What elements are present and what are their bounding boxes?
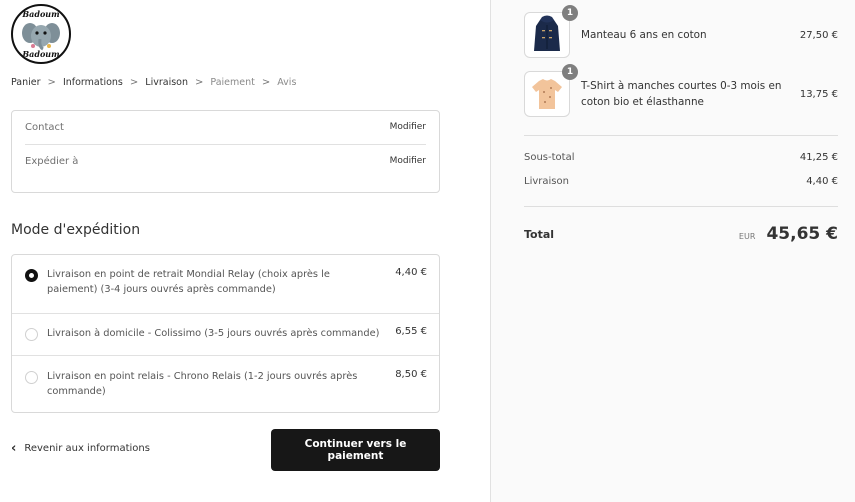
contact-row: Contact Modifier: [25, 111, 426, 143]
subtotal-label: Sous-total: [524, 152, 575, 163]
review-info-box: Contact Modifier Expédier à Modifier: [11, 110, 440, 193]
product-thumbnail: 1: [524, 64, 578, 117]
shipping-cost-label: Livraison: [524, 176, 569, 187]
breadcrumb: Panier > Informations > Livraison > Paie…: [11, 77, 296, 88]
product-price: 13,75 €: [799, 88, 838, 100]
subtotal-row: Sous-total 41,25 €: [524, 152, 838, 163]
product-thumbnail: 1: [524, 5, 578, 58]
shipping-option-price: 6,55 €: [395, 326, 427, 337]
total-row: Total EUR 45,65 €: [524, 224, 838, 244]
order-item: 1 T-Shirt à manches courtes 0-3 mois en …: [524, 64, 838, 117]
total-label: Total: [524, 227, 555, 241]
back-to-information-link[interactable]: ‹ Revenir aux informations: [11, 441, 150, 456]
divider: [524, 135, 838, 136]
shipping-option-label: Livraison à domicile - Colissimo (3-5 jo…: [47, 328, 380, 339]
main-column: Badoum Badoum Panier > Informations > Li…: [0, 0, 490, 502]
back-link-label: Revenir aux informations: [24, 443, 150, 454]
radio-button[interactable]: [25, 371, 38, 384]
ship-to-edit-link[interactable]: Modifier: [390, 156, 426, 166]
shipping-option-price: 8,50 €: [395, 369, 427, 380]
breadcrumb-cart[interactable]: Panier: [11, 77, 41, 88]
radio-button-selected[interactable]: [25, 269, 38, 282]
breadcrumb-payment: Paiement: [210, 77, 255, 88]
subtotal-value: 41,25 €: [799, 152, 838, 163]
quantity-badge: 1: [562, 64, 578, 80]
continue-to-payment-button[interactable]: Continuer vers le paiement: [271, 429, 440, 471]
product-price: 27,50 €: [799, 29, 838, 41]
shipping-cost-row: Livraison 4,40 €: [524, 176, 838, 187]
breadcrumb-information[interactable]: Informations: [63, 77, 123, 88]
chevron-right-icon: >: [261, 77, 271, 88]
shipping-option-price: 4,40 €: [395, 267, 427, 278]
contact-edit-link[interactable]: Modifier: [390, 122, 426, 132]
shipping-cost-value: 4,40 €: [806, 176, 838, 187]
order-item: 1 Manteau 6 ans en coton 27,50 €: [524, 5, 838, 58]
shipping-option-label: Livraison en point de retrait Mondial Re…: [47, 269, 330, 295]
shipping-option-mondial-relay[interactable]: Livraison en point de retrait Mondial Re…: [12, 255, 439, 313]
shipping-method-title: Mode d'expédition: [11, 222, 141, 238]
chevron-right-icon: >: [47, 77, 56, 88]
total-currency: EUR: [738, 232, 756, 241]
total-amount: EUR 45,65 €: [739, 224, 838, 244]
chevron-right-icon: >: [195, 77, 204, 88]
divider: [524, 206, 838, 207]
breadcrumb-shipping: Livraison: [145, 77, 188, 88]
order-summary: 1 Manteau 6 ans en coton 27,50 € 1 T-Shi…: [490, 0, 855, 502]
chevron-left-icon: ‹: [11, 441, 17, 456]
store-logo[interactable]: Badoum Badoum: [11, 4, 71, 64]
navy-coat-icon: [534, 15, 560, 51]
breadcrumb-review: Avis: [277, 77, 297, 88]
radio-button[interactable]: [25, 328, 38, 341]
product-name: Manteau 6 ans en coton: [581, 29, 707, 41]
peach-tshirt-icon: [532, 79, 562, 109]
total-value: 45,65 €: [766, 224, 838, 244]
contact-label: Contact: [25, 121, 64, 133]
chevron-right-icon: >: [129, 77, 139, 88]
shipping-option-chrono-relais[interactable]: Livraison en point relais - Chrono Relai…: [12, 355, 439, 412]
logo-text-bottom: Badoum: [22, 49, 60, 59]
shipping-option-label: Livraison en point relais - Chrono Relai…: [47, 371, 358, 397]
product-name: T-Shirt à manches courtes 0-3 mois en co…: [581, 80, 782, 108]
shipping-options: Livraison en point de retrait Mondial Re…: [11, 254, 440, 413]
quantity-badge: 1: [562, 5, 578, 21]
ship-to-row: Expédier à Modifier: [25, 144, 426, 177]
shipping-option-colissimo[interactable]: Livraison à domicile - Colissimo (3-5 jo…: [12, 313, 439, 355]
ship-to-label: Expédier à: [25, 155, 79, 167]
